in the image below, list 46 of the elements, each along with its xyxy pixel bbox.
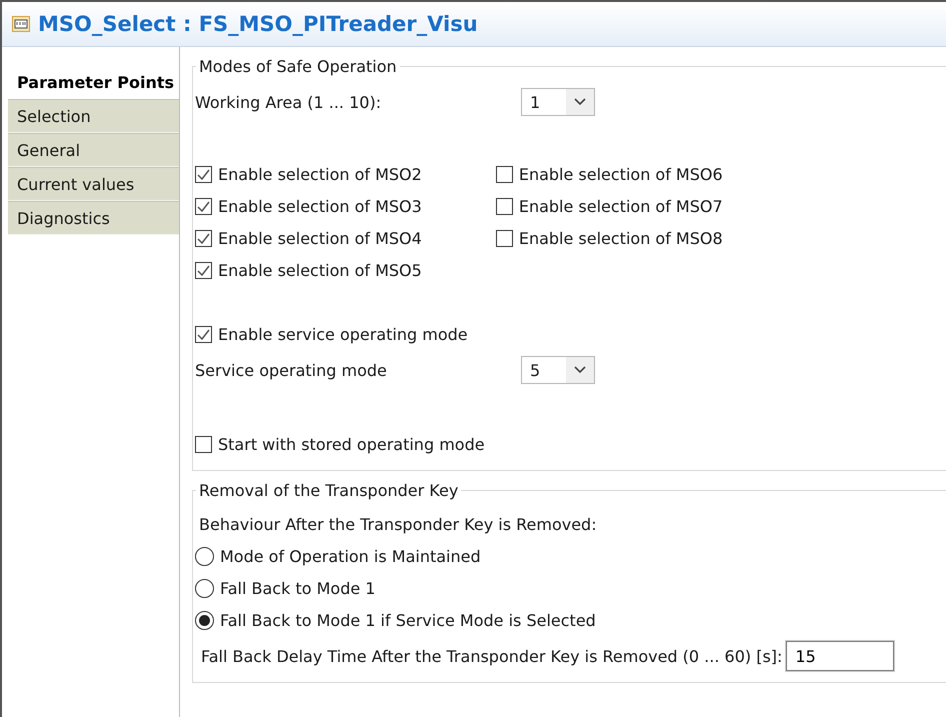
radio-button[interactable] xyxy=(195,546,214,566)
checkbox-label[interactable]: Enable selection of MSO4 xyxy=(218,228,422,248)
checkmark-icon xyxy=(197,264,210,276)
field-label: Behaviour After the Transponder Key is Removed: xyxy=(199,514,597,534)
checkbox[interactable] xyxy=(496,198,513,214)
group-title: Modes of Safe Operation xyxy=(198,57,398,76)
checkbox-label[interactable]: Start with stored operating mode xyxy=(218,434,485,454)
checkbox[interactable] xyxy=(195,262,212,278)
checkbox[interactable] xyxy=(496,230,513,246)
sidebar-tab[interactable]: Diagnostics xyxy=(8,201,179,235)
checkbox[interactable] xyxy=(195,326,212,342)
checkbox-label[interactable]: Enable service operating mode xyxy=(218,324,468,344)
checkbox[interactable] xyxy=(195,198,212,214)
radio-button[interactable] xyxy=(195,578,214,598)
checkbox-label[interactable]: Enable selection of MSO8 xyxy=(518,228,723,248)
checkbox[interactable] xyxy=(195,436,212,452)
radio-button[interactable] xyxy=(195,610,214,630)
field-label: Fall Back Delay Time After the Transponder Key is Removed (0 ... 60) [s]: xyxy=(201,646,782,666)
chevron-down-icon xyxy=(574,98,586,106)
chevron-down-icon xyxy=(574,366,586,374)
checkbox-label[interactable]: Enable selection of MSO6 xyxy=(518,164,723,184)
field-label: Working Area (1 ... 10): xyxy=(195,92,382,112)
radio-label[interactable]: Fall Back to Mode 1 xyxy=(220,578,376,598)
checkmark-icon xyxy=(197,232,210,244)
dropdown[interactable]: 1 xyxy=(521,88,595,116)
checkbox[interactable] xyxy=(496,166,513,182)
radio-label[interactable]: Fall Back to Mode 1 if Service Mode is Selected xyxy=(220,610,596,630)
checkbox-label[interactable]: Enable selection of MSO7 xyxy=(518,196,723,216)
checkbox[interactable] xyxy=(195,166,212,182)
radio-label[interactable]: Mode of Operation is Maintained xyxy=(220,546,481,566)
sidebar-tab[interactable]: Current values xyxy=(8,167,179,201)
window-icon xyxy=(12,16,30,32)
checkbox[interactable] xyxy=(195,230,212,246)
checkbox-label[interactable]: Enable selection of MSO5 xyxy=(218,260,422,280)
checkbox-label[interactable]: Enable selection of MSO2 xyxy=(218,164,422,184)
window-title: MSO_Select : FS_MSO_PITreader_Visu xyxy=(38,12,478,36)
dropdown[interactable]: 5 xyxy=(521,356,595,384)
checkmark-icon xyxy=(197,200,210,212)
sidebar-tab[interactable]: General xyxy=(8,133,179,167)
checkbox-label[interactable]: Enable selection of MSO3 xyxy=(218,196,422,216)
input-field[interactable]: 15 xyxy=(786,641,894,671)
checkmark-icon xyxy=(197,168,210,180)
field-label: Service operating mode xyxy=(195,360,388,380)
sidebar-tab[interactable]: Selection xyxy=(8,99,179,133)
checkmark-icon xyxy=(197,328,210,340)
group-title: Removal of the Transponder Key xyxy=(198,481,460,500)
